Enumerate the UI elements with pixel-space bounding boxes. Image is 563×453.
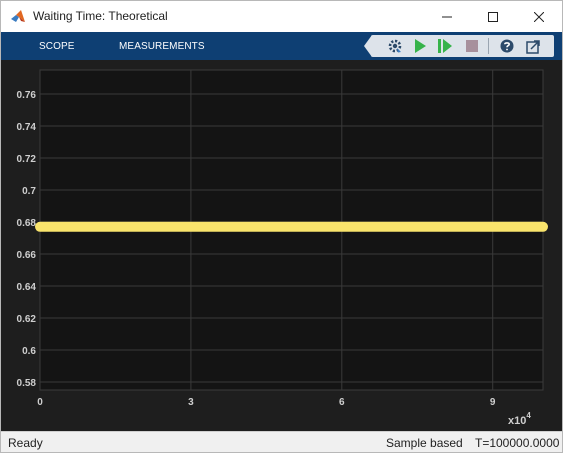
toolbar-grip-icon [364,35,372,57]
stop-button[interactable] [463,37,481,55]
x-exponent-label: x104 [508,411,531,427]
stop-icon [466,40,478,52]
maximize-icon [488,11,498,22]
matlab-logo-icon [11,10,25,22]
minimize-button[interactable] [424,1,470,32]
maximize-button[interactable] [470,1,516,32]
status-state: Ready [8,436,43,450]
tab-measurements[interactable]: MEASUREMENTS [119,41,205,52]
x-tick-label: 6 [339,397,345,408]
y-tick-label: 0.74 [17,122,37,133]
x-tick-label: 9 [490,397,496,408]
toolbar-separator [488,38,489,54]
y-tick-label: 0.64 [17,282,37,293]
settings-gear-icon [388,39,402,53]
y-tick-label: 0.76 [17,90,37,101]
toolstrip: SCOPE MEASUREMENTS [1,32,562,60]
scope-window: Waiting Time: Theoretical SCOPE MEASUREM… [0,0,563,453]
title-bar[interactable]: Waiting Time: Theoretical [1,1,562,32]
y-tick-label: 0.62 [17,314,37,325]
y-tick-label: 0.66 [17,250,37,261]
undock-icon [525,39,540,54]
help-button[interactable] [498,37,516,55]
step-forward-button[interactable] [436,37,454,55]
y-tick-label: 0.72 [17,154,37,165]
y-tick-label: 0.6 [22,346,36,357]
simulation-toolbar [364,35,554,57]
minimize-icon [442,16,452,17]
scope-display[interactable]: 0.58 0.6 0.62 0.64 0.66 0.68 0.7 0.72 0.74 0.76 0… [1,60,562,431]
undock-button[interactable] [524,37,542,55]
run-icon [415,39,426,53]
tab-scope[interactable]: SCOPE [39,41,75,52]
waiting-time-plot[interactable]: 0.58 0.6 0.62 0.64 0.66 0.68 0.7 0.72 0.74 0.76 0… [1,60,562,431]
x-tick-label: 3 [188,397,194,408]
close-icon [534,11,544,22]
window-title: Waiting Time: Theoretical [33,9,168,23]
help-icon [500,39,514,53]
status-bar: Ready Sample based T=100000.0000 [1,431,562,452]
y-tick-label: 0.7 [22,186,36,197]
y-tick-label: 0.68 [17,218,37,229]
settings-button[interactable] [386,37,404,55]
status-time: T=100000.0000 [475,436,560,450]
status-mode: Sample based [386,436,463,450]
x-tick-label: 0 [37,397,43,408]
run-button[interactable] [411,37,429,55]
close-button[interactable] [516,1,562,32]
step-forward-icon [438,39,452,53]
y-tick-label: 0.58 [17,378,37,389]
